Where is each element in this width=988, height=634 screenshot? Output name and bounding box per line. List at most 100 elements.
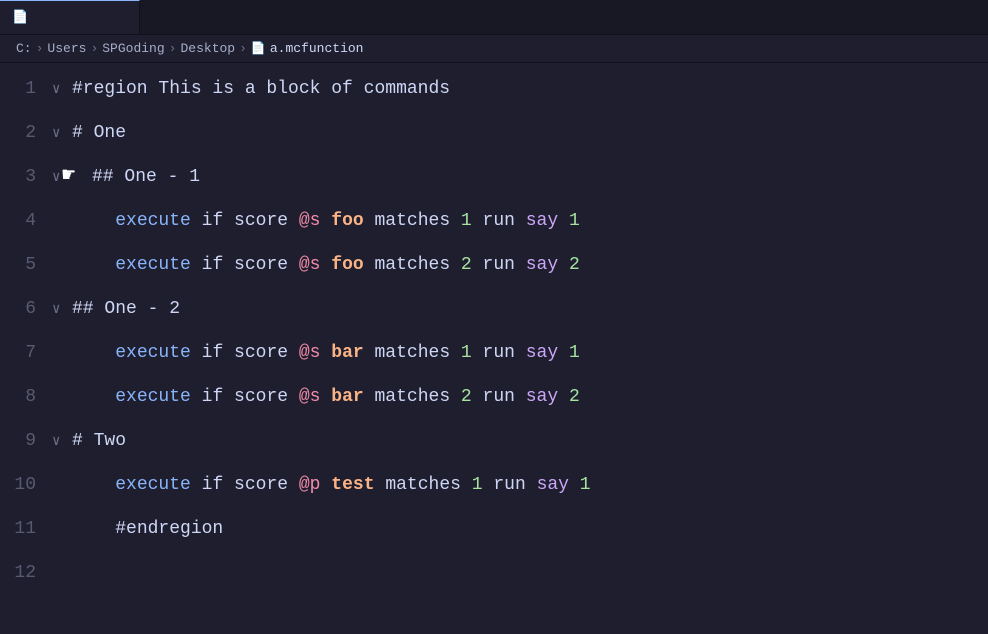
token: 1: [472, 475, 483, 495]
code-content-8: execute if score @s bar matches 2 run sa…: [72, 375, 988, 419]
token: 1: [569, 343, 580, 363]
token: if score: [191, 255, 299, 275]
token: execute: [115, 387, 191, 407]
code-content-7: execute if score @s bar matches 1 run sa…: [72, 331, 988, 375]
token: @s: [299, 211, 321, 231]
token: 2: [569, 387, 580, 407]
breadcrumb-users: Users: [47, 41, 86, 56]
code-content-1: #region This is a block of commands: [72, 67, 988, 111]
token: execute: [115, 475, 191, 495]
code-line-7: 7∨ execute if score @s bar matches 1 run…: [0, 331, 988, 375]
fold-arrow-1[interactable]: ∨: [52, 68, 72, 112]
token: run: [472, 387, 526, 407]
token: run: [483, 475, 537, 495]
token: [558, 387, 569, 407]
breadcrumb-sep-4: ›: [239, 41, 247, 56]
line-number-1: 1: [0, 67, 52, 111]
code-line-11: 11∨ #endregion: [0, 507, 988, 551]
token: [72, 475, 115, 495]
token: [320, 211, 331, 231]
line-number-10: 10: [0, 463, 52, 507]
line-number-6: 6: [0, 287, 52, 331]
token: execute: [115, 255, 191, 275]
code-content-11: #endregion: [72, 507, 988, 551]
line-number-2: 2: [0, 111, 52, 155]
token: matches: [364, 255, 461, 275]
token: [558, 211, 569, 231]
breadcrumb: C: › Users › SPGoding › Desktop › 📄 a.mc…: [0, 35, 988, 63]
token: say: [526, 343, 558, 363]
token: [320, 475, 331, 495]
code-line-6: 6∨## One - 2: [0, 287, 988, 331]
token: if score: [191, 343, 299, 363]
token: if score: [191, 211, 299, 231]
breadcrumb-sep-2: ›: [90, 41, 98, 56]
breadcrumb-desktop: Desktop: [180, 41, 235, 56]
fold-arrow-9[interactable]: ∨: [52, 420, 72, 464]
breadcrumb-filename: a.mcfunction: [270, 41, 364, 56]
code-content-2: # One: [72, 111, 988, 155]
token: of: [331, 79, 353, 99]
breadcrumb-sep-3: ›: [169, 41, 177, 56]
tab-mcfunction[interactable]: 📄: [0, 0, 140, 34]
code-line-4: 4∨ execute if score @s foo matches 1 run…: [0, 199, 988, 243]
token: [72, 387, 115, 407]
token: foo: [331, 211, 363, 231]
line-number-7: 7: [0, 331, 52, 375]
token: # One: [72, 123, 126, 143]
code-content-3: ## One - 1: [72, 155, 988, 199]
code-content-10: execute if score @p test matches 1 run s…: [72, 463, 988, 507]
fold-arrow-3[interactable]: ∨: [52, 156, 72, 200]
code-line-9: 9∨# Two: [0, 419, 988, 463]
token: [320, 387, 331, 407]
token: [320, 255, 331, 275]
token: commands: [353, 79, 450, 99]
line-number-5: 5: [0, 243, 52, 287]
token: execute: [115, 343, 191, 363]
token: [569, 475, 580, 495]
token: @p: [299, 475, 321, 495]
code-content-9: # Two: [72, 419, 988, 463]
token: execute: [115, 211, 191, 231]
token: 2: [569, 255, 580, 275]
token: [72, 211, 115, 231]
token: [72, 255, 115, 275]
tab-bar: 📄: [0, 0, 988, 35]
token: test: [331, 475, 374, 495]
tab-file-icon: 📄: [12, 10, 28, 25]
token: say: [526, 387, 558, 407]
token: if score: [191, 475, 299, 495]
token: [72, 519, 115, 539]
fold-arrow-2[interactable]: ∨: [52, 112, 72, 156]
editor: 1∨#region This is a block of commands2∨#…: [0, 63, 988, 634]
code-line-12: 12∨: [0, 551, 988, 595]
token: [558, 255, 569, 275]
token: ## One - 1: [92, 167, 200, 187]
token: foo: [331, 255, 363, 275]
breadcrumb-drive: C:: [16, 41, 32, 56]
code-content-4: execute if score @s foo matches 1 run sa…: [72, 199, 988, 243]
token: #endregion: [115, 519, 223, 539]
token: bar: [331, 343, 363, 363]
breadcrumb-file-icon: 📄: [251, 41, 266, 56]
token: 1: [569, 211, 580, 231]
tab-close-button[interactable]: [119, 16, 127, 20]
token: matches: [364, 343, 461, 363]
token: @s: [299, 343, 321, 363]
token: @s: [299, 255, 321, 275]
code-line-5: 5∨ execute if score @s foo matches 2 run…: [0, 243, 988, 287]
token: 2: [461, 255, 472, 275]
code-line-10: 10∨ execute if score @p test matches 1 r…: [0, 463, 988, 507]
fold-arrow-6[interactable]: ∨: [52, 288, 72, 332]
token: matches: [364, 211, 461, 231]
token: ## One - 2: [72, 299, 180, 319]
breadcrumb-spgoding: SPGoding: [102, 41, 164, 56]
token: 1: [461, 211, 472, 231]
line-number-11: 11: [0, 507, 52, 551]
line-number-4: 4: [0, 199, 52, 243]
line-number-12: 12: [0, 551, 52, 595]
token: matches: [375, 475, 472, 495]
token: @s: [299, 387, 321, 407]
line-number-3: 3: [0, 155, 52, 199]
code-line-3: 3∨## One - 1☛: [0, 155, 988, 199]
